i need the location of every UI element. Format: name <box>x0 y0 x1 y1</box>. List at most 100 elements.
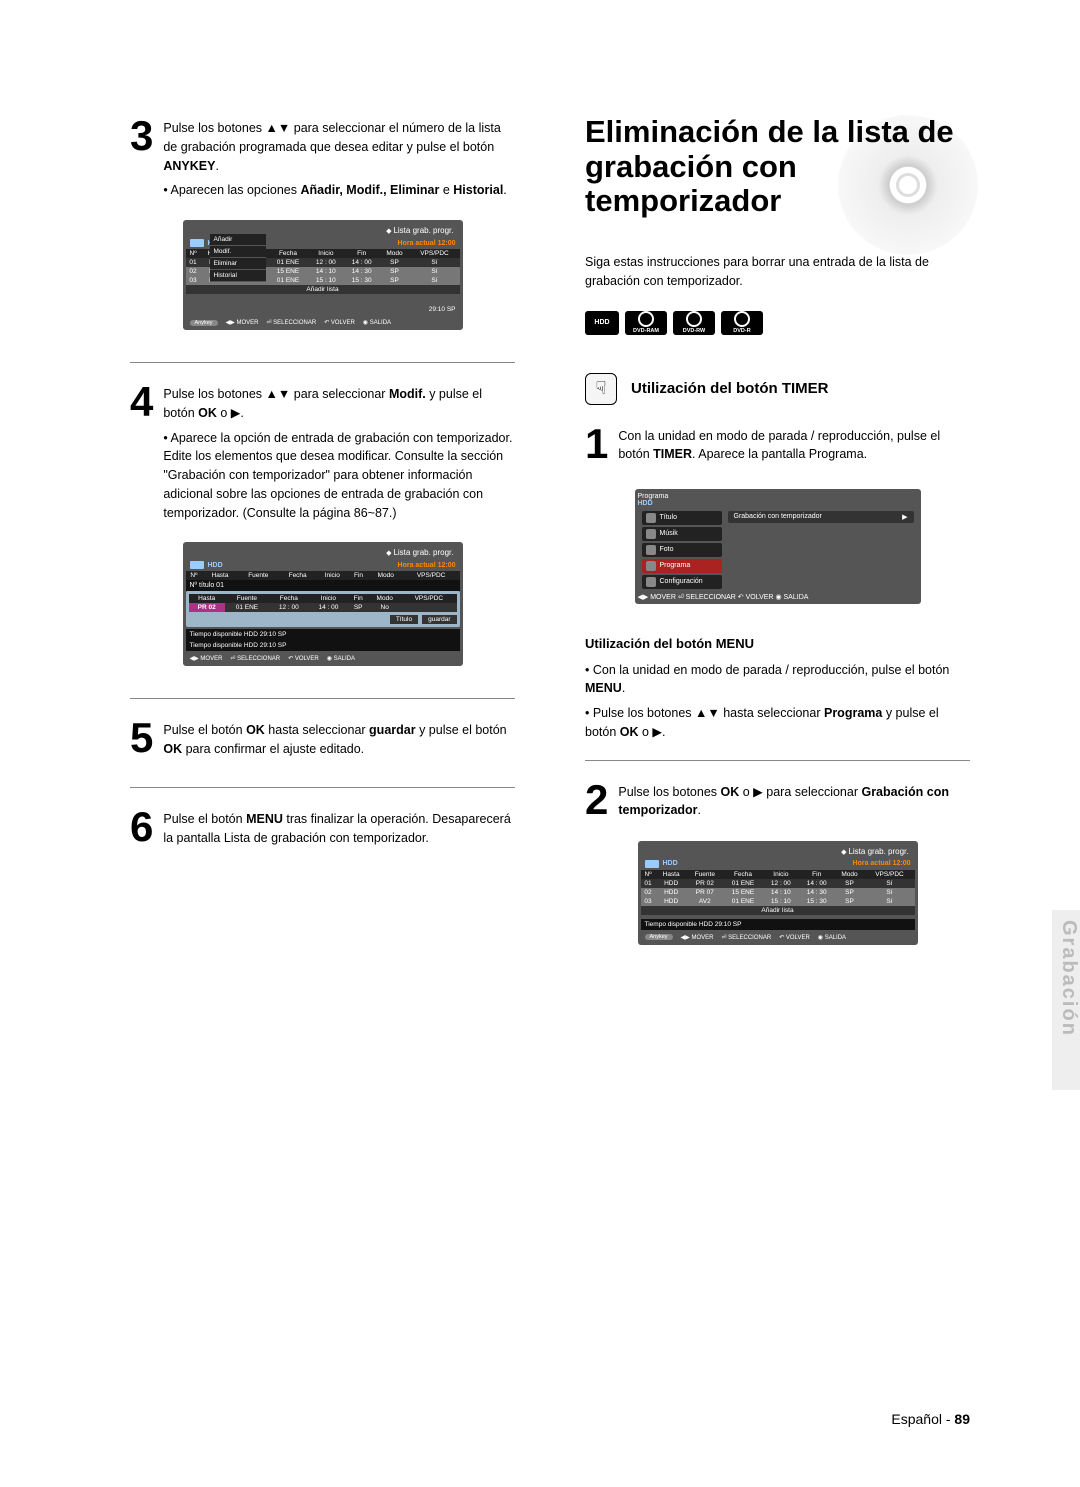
txt: • Aparecen las opciones <box>163 183 300 197</box>
ctx-history[interactable]: Historial <box>210 270 266 282</box>
context-menu: Añadir Modif. Eliminar Historial <box>210 234 266 282</box>
th: Nº <box>641 870 656 879</box>
txt: MENU <box>585 681 622 695</box>
td: Sí <box>864 897 914 906</box>
txt: guardar <box>369 723 416 737</box>
menu-item-foto[interactable]: Foto <box>642 543 722 557</box>
divider <box>130 787 515 788</box>
foot-anykey: Anykey <box>645 934 673 940</box>
th: Hasta <box>189 594 225 603</box>
txt: . <box>662 725 665 739</box>
screen-edit: Lista grab. progr. HDD Hora actual 12:00… <box>183 542 463 666</box>
subhead-menu: Utilización del botón MENU <box>585 636 970 651</box>
section-title: Eliminación de la lista de grabación con… <box>585 115 970 219</box>
footer-lang: Español <box>891 1411 942 1427</box>
menu-item-musik[interactable]: Músik <box>642 527 722 541</box>
hdd-label: HDD <box>663 860 678 867</box>
clock-label: Hora actual 12:00 <box>853 860 911 867</box>
th: Fin <box>348 594 368 603</box>
td: 14 : 30 <box>799 888 835 897</box>
td: 15 ENE <box>268 267 308 276</box>
th: Modo <box>835 870 865 879</box>
screen-footer: Anykey ◀▶ MOVER ⏎ SELECCIONAR ↶ VOLVER ◉… <box>641 930 915 942</box>
th: VPS/PDC <box>409 249 459 258</box>
divider <box>585 760 970 761</box>
step-num-r1: 1 <box>585 423 608 465</box>
ctx-add[interactable]: Añadir <box>210 234 266 246</box>
menu-sidebar: Título Músik Foto Programa Configuración <box>642 511 722 589</box>
screen-list-1: Lista grab. progr. HDD Hora actual 12:00… <box>183 220 463 330</box>
menu-entry-timer-rec[interactable]: Grabación con temporizador ▶ <box>728 511 914 523</box>
title-l2: grabación con <box>585 149 797 184</box>
txt: hasta seleccionar <box>720 706 824 720</box>
menu-item-titulo[interactable]: Título <box>642 511 722 525</box>
txt: Pulse los botones <box>163 121 265 135</box>
td: Sí <box>409 258 459 267</box>
ctx-modif[interactable]: Modif. <box>210 246 266 258</box>
photo-icon <box>646 545 656 555</box>
th: VPS/PDC <box>401 594 456 603</box>
td: Sí <box>864 888 914 897</box>
foot-mover: MOVER <box>236 320 258 326</box>
td: 12 : 00 <box>308 258 344 267</box>
step-r2: 2 Pulse los botones OK o ▶ para seleccio… <box>585 779 970 821</box>
th: VPS/PDC <box>864 870 914 879</box>
th: Hasta <box>202 571 237 580</box>
td: 03 <box>186 276 201 285</box>
foot-back: VOLVER <box>786 935 810 941</box>
edit-subtitle: Nº título 01 <box>186 580 460 591</box>
td: SP <box>380 267 410 276</box>
th: Nº <box>186 249 201 258</box>
screen-footer: ◀▶ MOVER ⏎ SELECCIONAR ↶ VOLVER ◉ SALIDA <box>186 651 460 663</box>
step-num-3: 3 <box>130 115 153 200</box>
txt: . <box>503 183 506 197</box>
hdd-label: HDD <box>208 562 223 569</box>
td: Sí <box>409 276 459 285</box>
avail-time: 29:10 SP <box>429 306 456 313</box>
step-num-5: 5 <box>130 717 153 759</box>
td: HDD <box>656 879 687 888</box>
foot-exit: SALIDA <box>334 656 355 662</box>
menu-item-config[interactable]: Configuración <box>642 575 722 589</box>
txt: Añadir, Modif., Eliminar <box>300 183 439 197</box>
foot-anykey: Anykey <box>190 320 218 326</box>
txt: OK <box>163 742 182 756</box>
intro-text: Siga estas instrucciones para borrar una… <box>585 253 970 291</box>
txt: Programa <box>824 706 882 720</box>
step-3-body: Pulse los botones ▲▼ para seleccionar el… <box>163 115 515 200</box>
hdd-chip: HDD <box>585 311 619 335</box>
foot-back: VOLVER <box>331 320 355 326</box>
txt: . <box>698 803 701 817</box>
txt: Pulse los botones <box>618 785 720 799</box>
td: No <box>368 603 401 612</box>
play-icon: ▶ <box>231 406 241 420</box>
td: 14 : 30 <box>344 267 380 276</box>
txt: o <box>739 785 753 799</box>
txt: OK <box>620 725 639 739</box>
step-r2-body: Pulse los botones OK o ▶ para selecciona… <box>618 779 970 821</box>
td: 01 ENE <box>268 276 308 285</box>
th: Inicio <box>308 249 344 258</box>
guardar-btn[interactable]: guardar <box>422 615 456 624</box>
td[interactable]: PR 02 <box>189 603 225 612</box>
th: Fecha <box>268 249 308 258</box>
txt: para seleccionar <box>290 387 389 401</box>
section-tab-label: Grabación <box>1057 920 1080 1037</box>
td: 01 ENE <box>225 603 269 612</box>
th: Inicio <box>763 870 799 879</box>
td: SP <box>835 897 865 906</box>
th: Hasta <box>656 870 687 879</box>
titulo-btn[interactable]: Título <box>390 615 418 624</box>
right-column: Eliminación de la lista de grabación con… <box>585 115 970 1427</box>
txt: para seleccionar <box>763 785 862 799</box>
foot-sel: SELECCIONAR <box>237 656 280 662</box>
td: 02 <box>186 267 201 276</box>
divider <box>130 698 515 699</box>
screen-list-3: Lista grab. progr. HDD Hora actual 12:00… <box>638 841 918 945</box>
subhead-timer: Utilización del botón TIMER <box>631 380 829 397</box>
txt: OK <box>198 406 217 420</box>
menu-item-programa[interactable]: Programa <box>642 559 722 573</box>
ctx-delete[interactable]: Eliminar <box>210 258 266 270</box>
txt: • Con la unidad en modo de parada / repr… <box>585 663 949 677</box>
td: SP <box>835 879 865 888</box>
